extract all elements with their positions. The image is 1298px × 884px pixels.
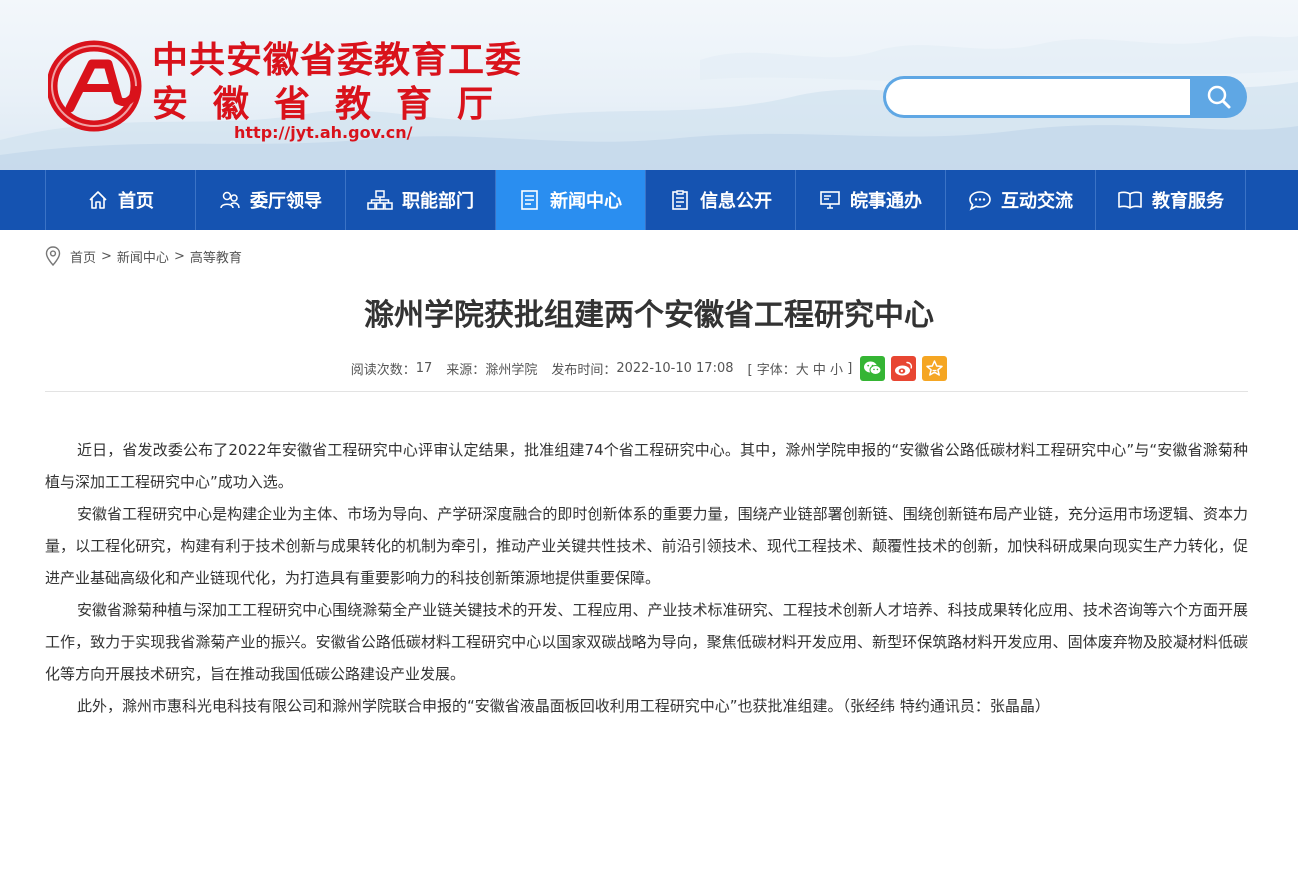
nav-item-interaction[interactable]: 互动交流 <box>946 170 1096 230</box>
font-size-small[interactable]: 小 <box>830 359 843 378</box>
home-icon <box>89 191 107 209</box>
reads-value: 17 <box>415 360 433 376</box>
open-book-icon <box>1118 191 1142 209</box>
publish-time-label: 发布时间： <box>551 362 617 378</box>
chat-icon <box>969 191 991 211</box>
nav-label: 互动交流 <box>1001 191 1073 212</box>
nav-item-education-services[interactable]: 教育服务 <box>1096 170 1246 230</box>
article-paragraph: 此外，滁州市惠科光电科技有限公司和滁州学院联合申报的“安徽省液晶面板回收利用工程… <box>77 697 1050 715</box>
nav-item-departments[interactable]: 职能部门 <box>346 170 496 230</box>
article-meta: 阅读次数： 17 来源： 滁州学院 发布时间： 2022-10-10 17:08… <box>0 354 1298 382</box>
search-icon <box>1207 85 1230 109</box>
article-paragraph: 近日，省发改委公布了2022年安徽省工程研究中心评审认定结果，批准组建74个省工… <box>45 441 1248 491</box>
e-globe-logo-icon[interactable] <box>46 36 144 132</box>
breadcrumb-higher-education[interactable]: 高等教育 <box>190 247 242 266</box>
clipboard-icon <box>672 190 688 210</box>
search-input[interactable] <box>886 79 1190 115</box>
nav-item-leaders[interactable]: 委厅领导 <box>196 170 346 230</box>
org-name-line1: 中共安徽省委教育工委 <box>152 39 523 81</box>
monitor-icon <box>820 191 840 209</box>
nav-item-home[interactable]: 首页 <box>46 170 196 230</box>
weibo-icon <box>895 361 913 375</box>
nav-label: 教育服务 <box>1152 191 1224 212</box>
divider <box>45 391 1248 392</box>
share-favorite-button[interactable] <box>922 355 948 381</box>
people-icon <box>220 191 240 209</box>
publish-time-value: 2022-10-10 17:08 <box>616 360 734 376</box>
site-header: 中共安徽省委教育工委 安徽省教育厅 http://jyt.ah.gov.cn/ <box>0 0 1298 170</box>
share-wechat-button[interactable] <box>860 355 886 381</box>
source-label: 来源： <box>446 362 486 378</box>
breadcrumb-separator: > <box>173 248 185 264</box>
main-nav: 首页 委厅领导 职能部门 新闻中心 信息公开 皖事通办 互动交流 教育服务 <box>0 170 1298 230</box>
nav-item-info[interactable]: 信息公开 <box>646 170 796 230</box>
font-size-large[interactable]: 大 <box>796 359 809 378</box>
nav-label: 皖事通办 <box>850 191 922 212</box>
news-doc-icon <box>521 190 538 210</box>
font-size-open: [ 字体： <box>747 362 796 378</box>
org-chart-icon <box>367 190 393 210</box>
article-paragraph: 安徽省工程研究中心是构建企业为主体、市场为导向、产学研深度融合的即时创新体系的重… <box>45 505 1248 587</box>
article-title: 滁州学院获批组建两个安徽省工程研究中心 <box>364 298 934 333</box>
article-body: 近日，省发改委公布了2022年安徽省工程研究中心评审认定结果，批准组建74个省工… <box>45 434 1248 722</box>
search-button[interactable] <box>1190 76 1247 118</box>
reads-label: 阅读次数： <box>350 362 416 378</box>
nav-label: 职能部门 <box>402 191 474 212</box>
location-pin-icon <box>45 246 61 266</box>
nav-label: 委厅领导 <box>250 191 322 212</box>
breadcrumb: 首页 > 新闻中心 > 高等教育 <box>45 246 242 266</box>
nav-label: 新闻中心 <box>550 191 622 212</box>
share-buttons <box>860 355 948 381</box>
search-box <box>883 76 1190 118</box>
nav-label: 首页 <box>118 191 154 212</box>
nav-label: 信息公开 <box>700 191 772 212</box>
font-size-close: ] <box>847 360 853 376</box>
breadcrumb-separator: > <box>101 248 112 264</box>
favorite-star-icon <box>926 359 944 376</box>
article-paragraph: 安徽省滁菊种植与深加工工程研究中心围绕滁菊全产业链关键技术的开发、工程应用、产业… <box>45 601 1248 683</box>
breadcrumb-home[interactable]: 首页 <box>70 247 96 266</box>
site-url[interactable]: http://jyt.ah.gov.cn/ <box>234 123 413 143</box>
nav-item-news[interactable]: 新闻中心 <box>496 170 646 230</box>
font-size-medium[interactable]: 中 <box>813 359 826 378</box>
org-name-line2: 安徽省教育厅 <box>152 83 519 125</box>
wechat-icon <box>864 361 882 375</box>
share-weibo-button[interactable] <box>891 355 917 381</box>
breadcrumb-news[interactable]: 新闻中心 <box>117 247 169 266</box>
source-value: 滁州学院 <box>485 362 538 378</box>
nav-item-services-online[interactable]: 皖事通办 <box>796 170 946 230</box>
